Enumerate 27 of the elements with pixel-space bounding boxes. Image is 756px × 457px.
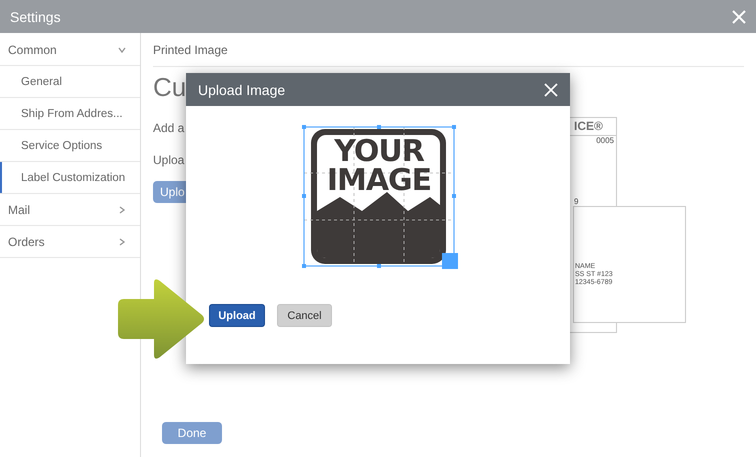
window-title: Settings [10,8,61,24]
cancel-button[interactable]: Cancel [277,304,332,327]
description-text: Uploa [153,153,184,167]
label-number: 0005 [595,136,615,145]
upload-button[interactable]: Upload [209,304,265,327]
placeholder-image-drawing[interactable] [302,125,458,269]
sidebar-item[interactable]: Ship From Addres... [0,98,140,130]
label-text: 9 [573,197,580,206]
image-text: YOUR [334,137,424,166]
sidebar-item[interactable]: Service Options [0,130,140,162]
dialog-title: Upload Image [198,82,286,98]
done-button[interactable]: Done [162,422,222,444]
sidebar-item[interactable]: General [0,66,140,98]
close-icon[interactable] [732,10,746,24]
sidebar-item[interactable]: Common [0,34,140,66]
close-icon[interactable] [544,82,558,96]
sidebar-item[interactable]: Mail [0,194,140,226]
section-title: Printed Image [153,33,744,67]
chevron-right-icon [118,238,126,246]
image-text: IMAGE [326,166,432,195]
chevron-down-icon [118,46,126,54]
chevron-right-icon [118,206,126,214]
page-heading: Cu [153,72,186,103]
description-text: Add a [153,121,184,135]
sidebar-item[interactable]: Orders [0,226,140,258]
sidebar-item[interactable]: Label Customization [0,162,140,194]
upload-button[interactable]: Uplo [153,181,186,203]
